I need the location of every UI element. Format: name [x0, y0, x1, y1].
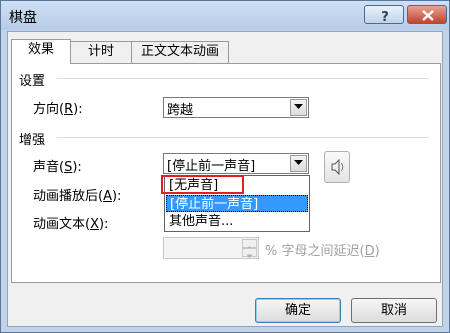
- sound-dropdown-button[interactable]: [290, 155, 307, 172]
- sound-option-stop-previous[interactable]: [停止前一声音]: [166, 195, 308, 212]
- enhance-heading: 增强: [19, 133, 46, 148]
- tab-effect[interactable]: 效果: [11, 39, 71, 64]
- svg-text:?: ?: [381, 10, 389, 25]
- close-button[interactable]: [407, 5, 447, 24]
- tab-label: 效果: [27, 42, 54, 57]
- tab-text-animation[interactable]: 正文文本动画: [131, 41, 229, 63]
- direction-select[interactable]: 跨越: [163, 97, 309, 118]
- after-animation-label: 动画播放后(A):: [33, 189, 122, 204]
- title-bar[interactable]: 棋盘 ?: [1, 1, 449, 30]
- enhance-separator: [57, 137, 429, 138]
- direction-dropdown-button[interactable]: [290, 99, 307, 116]
- sound-option-other[interactable]: 其他声音...: [166, 213, 308, 230]
- help-button[interactable]: ?: [364, 5, 404, 25]
- sound-label: 声音(S):: [33, 160, 82, 175]
- cancel-button[interactable]: 取消: [351, 298, 437, 323]
- sound-value: [停止前一声音]: [167, 159, 256, 174]
- ok-button[interactable]: 确定: [255, 298, 341, 323]
- letter-delay-label: % 字母之间延迟(D): [265, 244, 380, 259]
- animate-text-label: 动画文本(X):: [33, 217, 109, 232]
- window-title: 棋盘: [9, 10, 37, 26]
- spin-down-button[interactable]: [242, 248, 257, 258]
- highlight-box: [161, 175, 244, 194]
- close-icon: [422, 10, 434, 21]
- question-mark-icon: ?: [381, 10, 389, 25]
- direction-label: 方向(R):: [33, 102, 83, 117]
- tab-label: 计时: [87, 44, 114, 59]
- chevron-down-icon: [246, 254, 253, 258]
- sound-select[interactable]: [停止前一声音]: [163, 153, 309, 174]
- spin-up-button[interactable]: [242, 239, 257, 250]
- settings-heading: 设置: [19, 74, 46, 89]
- tab-timing[interactable]: 计时: [70, 41, 132, 63]
- dialog-window: 棋盘 ? 效果 计时 正文文本动画 设置 方向(R): 跨越 增强 声音(S):: [0, 0, 450, 333]
- chevron-down-icon: [294, 160, 303, 165]
- tab-label: 正文文本动画: [140, 44, 219, 59]
- speaker-icon: [331, 158, 344, 176]
- sound-preview-button[interactable]: [324, 151, 350, 183]
- direction-value: 跨越: [167, 103, 194, 118]
- chevron-down-icon: [294, 104, 303, 109]
- letter-delay-spinner[interactable]: [163, 237, 259, 259]
- settings-separator: [57, 78, 429, 79]
